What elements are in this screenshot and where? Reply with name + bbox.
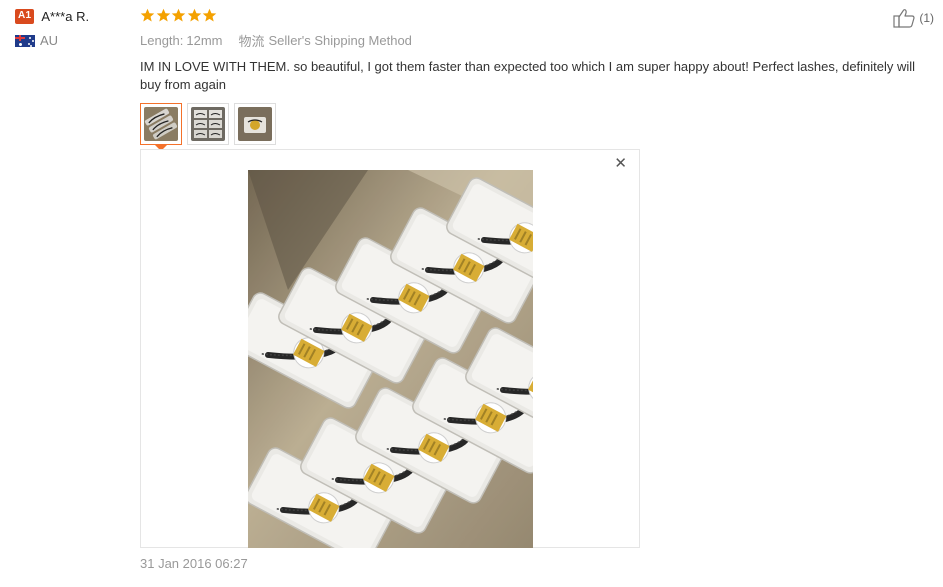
star-icon xyxy=(187,8,202,21)
star-icon xyxy=(140,8,155,21)
star-icon xyxy=(156,8,170,21)
australia-flag-icon xyxy=(15,34,35,47)
review-photo-large xyxy=(248,170,533,548)
review-meta: Length: 12mm 物流 Seller's Shipping Method xyxy=(140,31,935,50)
review-content: Length: 12mm 物流 Seller's Shipping Method… xyxy=(140,5,935,151)
reviewer-name: A***a R. xyxy=(41,8,90,24)
reviewer-country-row: AU xyxy=(15,33,135,48)
buyer-level-badge: A1 xyxy=(15,8,35,24)
shipping-label: 物流 xyxy=(238,34,265,49)
lash-box-photo-thumbnail xyxy=(238,107,272,141)
star-icon xyxy=(203,8,217,21)
shipping-method: Seller's Shipping Method xyxy=(268,33,412,48)
lash-box-photo-thumbnail xyxy=(144,107,178,141)
length-value: 12mm xyxy=(186,33,223,48)
review-text: IM IN LOVE WITH THEM. so beautiful, I go… xyxy=(140,59,916,92)
review-photo-thumbnail-1[interactable] xyxy=(140,103,182,151)
review-photo-thumbnails xyxy=(140,103,935,151)
close-icon[interactable]: ✕ xyxy=(614,156,627,171)
review-timestamp: 31 Jan 2016 06:27 xyxy=(140,556,248,571)
thumbs-up-icon xyxy=(893,9,915,28)
length-label: Length: xyxy=(140,33,184,48)
review-photo-thumbnail-2[interactable] xyxy=(187,103,229,145)
reviewer-info: A1 A***a R. AU xyxy=(15,7,135,48)
reviewer-name-row: A1 A***a R. xyxy=(15,7,135,25)
helpful-button[interactable]: (1) xyxy=(893,8,934,28)
star-icon xyxy=(171,8,186,21)
star-rating xyxy=(140,5,935,25)
review-photo-thumbnail-3[interactable] xyxy=(234,103,276,145)
reviewer-country: AU xyxy=(40,33,59,48)
helpful-count: (1) xyxy=(919,11,934,25)
review-photo-viewer: ✕ xyxy=(140,149,640,548)
lash-box-photo-thumbnail xyxy=(191,107,225,141)
